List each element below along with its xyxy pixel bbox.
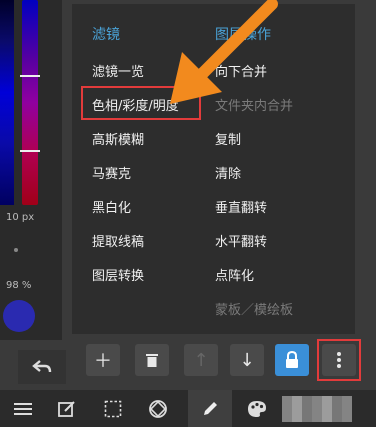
hamburger-icon — [14, 403, 32, 415]
edit-square-icon — [58, 401, 75, 417]
delete-layer-button[interactable] — [135, 344, 169, 376]
marquee-select-icon — [104, 400, 122, 418]
current-color-swatch[interactable] — [3, 300, 35, 332]
slider-marker — [20, 150, 40, 152]
highlight-box — [317, 339, 361, 381]
filter-mosaic-item[interactable]: 马赛克 — [92, 163, 131, 182]
filter-gaussian-blur-item[interactable]: 高斯模糊 — [92, 129, 144, 148]
palette-icon — [248, 401, 266, 417]
rotate-canvas-button[interactable] — [145, 396, 171, 422]
trash-icon — [146, 354, 158, 367]
filter-list-item[interactable]: 滤镜一览 — [92, 61, 144, 80]
color-gradient-bar[interactable] — [0, 0, 14, 205]
brush-tool-button[interactable] — [188, 390, 232, 427]
brush-size-dot — [14, 248, 18, 252]
move-layer-up-button[interactable]: ↑ — [184, 344, 218, 376]
filter-layer-convert-item[interactable]: 图层转换 — [92, 265, 144, 284]
hue-slider[interactable] — [20, 0, 40, 205]
filters-header: 滤镜 — [92, 27, 120, 43]
lock-icon — [286, 351, 298, 368]
pointer-arrow-icon — [170, 0, 278, 104]
filter-monochrome-item[interactable]: 黑白化 — [92, 197, 131, 216]
color-panel: 10 px 98 % — [0, 0, 62, 340]
move-layer-down-button[interactable]: ↓ — [230, 344, 264, 376]
flip-horizontal-item[interactable]: 水平翻转 — [215, 231, 267, 250]
arrow-up-icon: ↑ — [193, 349, 209, 371]
edit-button[interactable] — [54, 396, 80, 422]
rotate-icon — [149, 400, 167, 418]
slider-marker — [20, 75, 40, 77]
selection-button[interactable] — [100, 396, 126, 422]
filter-extract-lineart-item[interactable]: 提取线稿 — [92, 231, 144, 250]
opacity-label: 98 % — [6, 280, 32, 291]
clear-item[interactable]: 清除 — [215, 163, 241, 182]
color-palette-button[interactable] — [244, 396, 270, 422]
plus-icon: ＋ — [94, 351, 112, 372]
add-layer-button[interactable]: ＋ — [86, 344, 120, 376]
lock-layer-button[interactable] — [275, 344, 309, 376]
brush-size-label: 10 px — [6, 212, 35, 223]
rasterize-item[interactable]: 点阵化 — [215, 265, 254, 284]
arrow-down-icon: ↓ — [239, 349, 255, 371]
pencil-icon — [204, 401, 217, 415]
duplicate-item[interactable]: 复制 — [215, 129, 241, 148]
flip-vertical-item[interactable]: 垂直翻转 — [215, 197, 267, 216]
mask-clipping-item[interactable]: 蒙板／模绘板 — [215, 299, 293, 318]
blurred-region — [282, 396, 352, 422]
menu-button[interactable] — [10, 396, 36, 422]
